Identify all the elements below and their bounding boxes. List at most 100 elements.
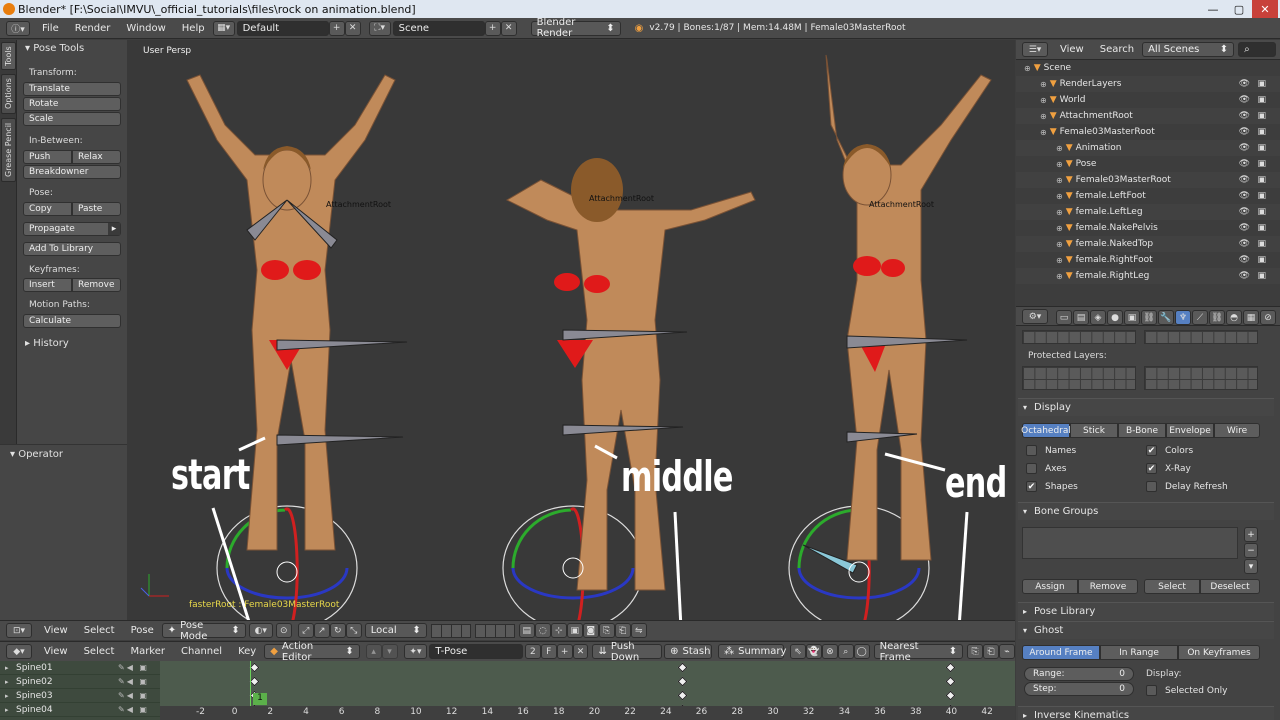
3d-viewport[interactable]: User Persp AttachmentRoot AttachmentRoot…	[127, 40, 1015, 620]
visibility-eye-icon[interactable]: 👁	[1239, 271, 1250, 281]
create-ghost-curves-icon[interactable]: ⌁	[998, 644, 1015, 659]
scene-tab-icon[interactable]: ◈	[1090, 310, 1106, 325]
add-layout-icon[interactable]: +	[328, 20, 345, 36]
scale-button[interactable]: Scale	[23, 112, 121, 126]
render-toggle-icon[interactable]: ▣	[1257, 239, 1266, 249]
display-bbone-button[interactable]: B-Bone	[1118, 423, 1166, 438]
render-toggle-icon[interactable]: ▣	[1257, 191, 1266, 201]
menu-help[interactable]: Help	[174, 23, 213, 34]
propagate-button[interactable]: Propagate ▸	[23, 222, 121, 236]
minimize-button[interactable]: —	[1200, 0, 1226, 18]
delay-refresh-checkbox[interactable]: Delay Refresh	[1146, 481, 1228, 492]
relax-button[interactable]: Relax	[72, 150, 121, 164]
layout-browse-icon[interactable]: ▦▾	[212, 20, 235, 36]
expand-toggle-icon[interactable]: ⊕	[1056, 256, 1063, 265]
push-down-button[interactable]: ⇊ Push Down	[592, 641, 663, 663]
translate-manipulator-icon[interactable]: ↗	[313, 623, 330, 638]
manipulator-toggle-icon[interactable]: ⤢	[297, 623, 314, 638]
ghost-in-range-button[interactable]: In Range	[1100, 645, 1178, 660]
outliner-row[interactable]: ⊕ ▼ Female03MasterRoot 👁 ▣	[1016, 172, 1280, 188]
stash-button[interactable]: ⊕ Stash	[664, 644, 713, 659]
expand-icon[interactable]: ▸	[5, 664, 9, 672]
visibility-eye-icon[interactable]: 👁	[1239, 95, 1250, 105]
push-button[interactable]: Push	[23, 150, 72, 164]
deselect-button[interactable]: Deselect	[1200, 579, 1260, 594]
outliner-row[interactable]: ⊕ ▼ Female03MasterRoot 👁 ▣	[1016, 124, 1280, 140]
insert-keyframe-button[interactable]: Insert	[23, 278, 72, 292]
material-tab-icon[interactable]: ◓	[1226, 310, 1242, 325]
figure-end-pose[interactable]	[788, 54, 992, 620]
outliner-search-input[interactable]: ⌕	[1238, 42, 1277, 57]
render-toggle-icon[interactable]: ▣	[1257, 175, 1266, 185]
menu-window[interactable]: Window	[118, 23, 173, 34]
remove-bone-group-button[interactable]: −	[1244, 543, 1258, 558]
expand-toggle-icon[interactable]: ⊕	[1040, 96, 1047, 105]
physics-tab-icon[interactable]: ⊘	[1260, 310, 1276, 325]
expand-toggle-icon[interactable]: ⊕	[1056, 160, 1063, 169]
outliner-row[interactable]: ⊕ ▼ World 👁 ▣	[1016, 92, 1280, 108]
bone-group-menu-button[interactable]: ▾	[1244, 559, 1258, 574]
action-users-count[interactable]: 2	[524, 644, 541, 659]
expand-toggle-icon[interactable]: ⊕	[1056, 176, 1063, 185]
bone-tab-icon[interactable]: ⟋	[1192, 310, 1208, 325]
action-down-icon[interactable]: ▾	[381, 644, 398, 659]
channel-row[interactable]: ▸ Spine01 ✎◀ ▣	[0, 661, 160, 675]
orientation-dropdown[interactable]: Local ⬍	[364, 623, 427, 638]
dopesheet-editor-type-icon[interactable]: ◆▾	[6, 644, 32, 659]
visibility-eye-icon[interactable]: 👁	[1239, 207, 1250, 217]
selected-only-checkbox[interactable]: Selected Only	[1146, 685, 1228, 696]
render-tab-icon[interactable]: ▭	[1056, 310, 1072, 325]
outliner-editor-type-icon[interactable]: ☰▾	[1022, 42, 1048, 57]
tab-grease-pencil[interactable]: Grease Pencil	[1, 118, 16, 182]
ghost-on-keyframes-button[interactable]: On Keyframes	[1178, 645, 1260, 660]
object-tab-icon[interactable]: ▣	[1124, 310, 1140, 325]
outliner-row[interactable]: ⊕ ▼ female.LeftFoot 👁 ▣	[1016, 188, 1280, 204]
render-engine-dropdown[interactable]: Blender Render ⬍	[530, 17, 621, 39]
render-toggle-icon[interactable]: ▣	[1257, 271, 1266, 281]
pose-copy-icon[interactable]: ⎘	[598, 623, 615, 638]
render-toggle-icon[interactable]: ▣	[1257, 159, 1266, 169]
channel-row[interactable]: ▸ Spine04 ✎◀ ▣	[0, 703, 160, 717]
mode-dropdown[interactable]: ✦ Pose Mode ⬍	[161, 620, 246, 642]
layer-lock-icon[interactable]: ▤	[518, 623, 535, 638]
expand-icon[interactable]: ▸	[5, 706, 9, 714]
expand-toggle-icon[interactable]: ⊕	[1040, 128, 1047, 137]
outliner-row[interactable]: ⊕ ▼ female.LeftLeg 👁 ▣	[1016, 204, 1280, 220]
render-preview-icon[interactable]: ◙	[582, 623, 599, 638]
proportional-edit-icon[interactable]: ◌	[534, 623, 551, 638]
channel-controls-icon[interactable]: ✎◀ ▣	[118, 705, 149, 714]
world-tab-icon[interactable]: ●	[1107, 310, 1123, 325]
inverse-kinematics-panel-header[interactable]: ▸ Inverse Kinematics	[1018, 706, 1274, 720]
outliner-row[interactable]: ⊕ ▼ Scene	[1016, 60, 1280, 76]
constraints-tab-icon[interactable]: ⛓	[1141, 310, 1157, 325]
layer-buttons-a[interactable]	[430, 623, 471, 638]
snap-mode-dropdown[interactable]: Nearest Frame ⬍	[873, 641, 964, 663]
channel-controls-icon[interactable]: ✎◀ ▣	[118, 663, 149, 672]
scene-selector[interactable]: Scene	[392, 20, 485, 36]
new-action-icon[interactable]: +	[556, 644, 573, 659]
visibility-eye-icon[interactable]: 👁	[1239, 223, 1250, 233]
translate-button[interactable]: Translate	[23, 82, 121, 96]
assign-button[interactable]: Assign	[1022, 579, 1078, 594]
menu-ds-view[interactable]: View	[36, 646, 76, 657]
ghost-range-field[interactable]: Range: 0	[1024, 667, 1134, 681]
editor-type-icon[interactable]: ⓘ▾	[6, 20, 30, 36]
menu-outliner-search[interactable]: Search	[1092, 44, 1142, 55]
paste-button[interactable]: Paste	[72, 202, 121, 216]
display-wire-button[interactable]: Wire	[1214, 423, 1260, 438]
action-name-field[interactable]: T-Pose	[429, 644, 523, 659]
display-stick-button[interactable]: Stick	[1070, 423, 1118, 438]
outliner-row[interactable]: ⊕ ▼ Pose 👁 ▣	[1016, 156, 1280, 172]
render-toggle-icon[interactable]: ▣	[1257, 255, 1266, 265]
armature-data-tab-icon[interactable]: ♆	[1175, 310, 1191, 325]
close-button[interactable]: ✕	[1252, 0, 1278, 18]
editor-mode-dropdown[interactable]: ◆ Action Editor ⬍	[264, 641, 360, 663]
render-toggle-icon[interactable]: ▣	[1257, 223, 1266, 233]
outliner-row[interactable]: ⊕ ▼ female.NakedTop 👁 ▣	[1016, 236, 1280, 252]
only-selected-icon[interactable]: ⇖	[790, 644, 807, 659]
fake-user-button[interactable]: F	[540, 644, 557, 659]
bone-groups-list[interactable]	[1022, 527, 1238, 559]
channel-row[interactable]: ▸ Spine02 ✎◀ ▣	[0, 675, 160, 689]
layers-grid-b[interactable]	[1144, 330, 1258, 344]
add-bone-group-button[interactable]: +	[1244, 527, 1258, 542]
